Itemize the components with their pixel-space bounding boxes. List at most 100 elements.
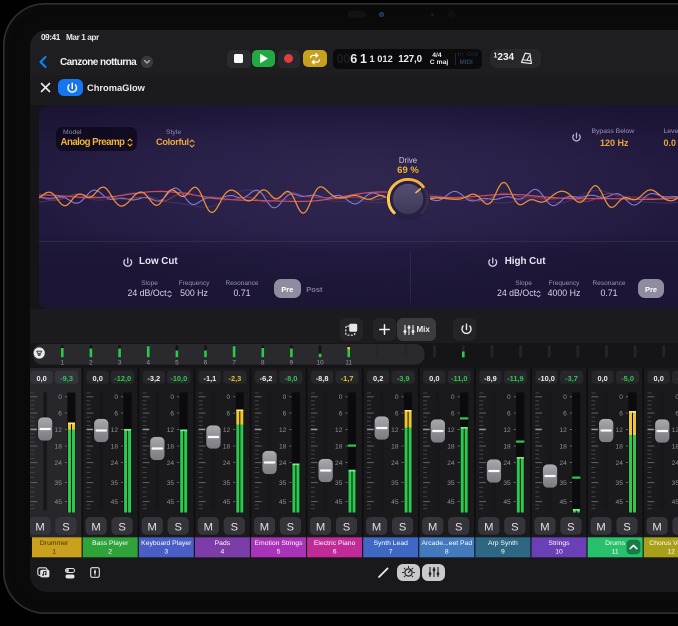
svg-text:M: M	[484, 522, 493, 534]
svg-text:35: 35	[335, 480, 343, 487]
svg-text:6: 6	[563, 410, 567, 417]
svg-text:12: 12	[667, 548, 675, 555]
svg-text:0: 0	[227, 394, 231, 401]
svg-text:35: 35	[391, 480, 399, 487]
svg-text:45: 45	[111, 499, 119, 506]
svg-text:24: 24	[559, 460, 567, 467]
svg-text:24: 24	[503, 460, 511, 467]
svg-text:S: S	[174, 522, 181, 534]
svg-text:10: 10	[555, 548, 563, 555]
svg-text:24: 24	[223, 460, 231, 467]
svg-text:45: 45	[167, 499, 175, 506]
svg-text:12: 12	[223, 427, 231, 434]
svg-text:0,0: 0,0	[429, 374, 439, 383]
svg-text:M: M	[204, 522, 213, 534]
svg-text:4: 4	[221, 548, 225, 555]
svg-text:6: 6	[283, 410, 287, 417]
svg-text:0: 0	[563, 394, 567, 401]
svg-text:M: M	[91, 522, 100, 534]
svg-text:24: 24	[391, 460, 399, 467]
svg-text:-5,0: -5,0	[621, 374, 634, 383]
svg-text:45: 45	[559, 499, 567, 506]
svg-text:0,0: 0,0	[654, 374, 664, 383]
svg-text:24: 24	[447, 460, 455, 467]
svg-text:0: 0	[619, 394, 623, 401]
svg-text:S: S	[567, 522, 574, 534]
svg-text:18: 18	[503, 443, 511, 450]
svg-text:35: 35	[672, 480, 678, 487]
svg-text:Drums: Drums	[605, 540, 626, 547]
svg-text:18: 18	[279, 443, 287, 450]
svg-text:35: 35	[616, 480, 624, 487]
svg-text:6: 6	[170, 410, 174, 417]
svg-text:S: S	[118, 522, 125, 534]
svg-text:Synth Lead: Synth Lead	[374, 540, 409, 547]
svg-text:Pads: Pads	[215, 540, 231, 547]
svg-text:6: 6	[114, 410, 118, 417]
svg-text:-8,8: -8,8	[316, 374, 329, 383]
svg-text:M: M	[372, 522, 381, 534]
svg-text:12: 12	[391, 427, 399, 434]
svg-text:-1,7: -1,7	[341, 374, 354, 383]
svg-text:12: 12	[111, 427, 119, 434]
svg-text:12: 12	[503, 427, 511, 434]
svg-text:11: 11	[612, 548, 619, 555]
svg-text:12: 12	[559, 427, 567, 434]
svg-text:0: 0	[451, 394, 455, 401]
svg-text:-11,0: -11,0	[451, 374, 467, 383]
svg-text:8: 8	[445, 548, 449, 555]
svg-text:24: 24	[55, 460, 63, 467]
svg-text:18: 18	[616, 443, 624, 450]
svg-text:18: 18	[55, 443, 63, 450]
svg-text:35: 35	[223, 480, 231, 487]
svg-text:Bass Player: Bass Player	[92, 540, 129, 547]
svg-text:-1,1: -1,1	[204, 374, 217, 383]
svg-text:18: 18	[391, 443, 399, 450]
svg-text:18: 18	[223, 443, 231, 450]
svg-text:24: 24	[335, 460, 343, 467]
svg-text:12: 12	[672, 427, 678, 434]
svg-text:S: S	[399, 522, 406, 534]
svg-text:24: 24	[111, 460, 119, 467]
svg-text:7: 7	[389, 548, 393, 555]
svg-text:Strings: Strings	[548, 540, 570, 547]
svg-text:0,0: 0,0	[93, 374, 103, 383]
svg-text:M: M	[428, 522, 437, 534]
svg-text:Drummer: Drummer	[40, 540, 69, 547]
svg-text:-3,7: -3,7	[565, 374, 578, 383]
svg-text:0: 0	[58, 394, 62, 401]
svg-text:M: M	[148, 522, 157, 534]
svg-text:18: 18	[559, 443, 567, 450]
svg-text:12: 12	[279, 427, 287, 434]
svg-text:-3,9: -3,9	[397, 374, 410, 383]
svg-text:Chorus Vocals: Chorus Vocals	[649, 540, 678, 547]
svg-text:Emotion Strings: Emotion Strings	[255, 540, 304, 547]
svg-text:35: 35	[559, 480, 567, 487]
svg-text:0,0: 0,0	[597, 374, 607, 383]
svg-text:6: 6	[333, 548, 337, 555]
svg-text:M: M	[35, 522, 44, 534]
svg-text:Electric Piano: Electric Piano	[314, 540, 356, 547]
svg-text:24: 24	[672, 460, 678, 467]
svg-text:45: 45	[391, 499, 399, 506]
svg-text:45: 45	[503, 499, 511, 506]
svg-text:-12,0: -12,0	[114, 374, 131, 383]
svg-text:12: 12	[447, 427, 455, 434]
svg-text:12: 12	[167, 427, 175, 434]
svg-text:0: 0	[507, 394, 511, 401]
svg-text:1: 1	[52, 548, 56, 555]
svg-text:Keyboard Player: Keyboard Player	[141, 540, 192, 547]
svg-text:45: 45	[672, 499, 678, 506]
svg-text:0: 0	[339, 394, 343, 401]
svg-text:Arp Synth: Arp Synth	[488, 540, 518, 547]
svg-text:35: 35	[503, 480, 511, 487]
svg-text:S: S	[231, 522, 238, 534]
svg-text:S: S	[511, 522, 518, 534]
svg-text:-8,9: -8,9	[484, 374, 497, 383]
svg-text:35: 35	[167, 480, 175, 487]
svg-text:45: 45	[223, 499, 231, 506]
svg-text:12: 12	[616, 427, 624, 434]
svg-text:0,2: 0,2	[373, 374, 383, 383]
svg-text:3: 3	[164, 548, 168, 555]
svg-text:45: 45	[279, 499, 287, 506]
